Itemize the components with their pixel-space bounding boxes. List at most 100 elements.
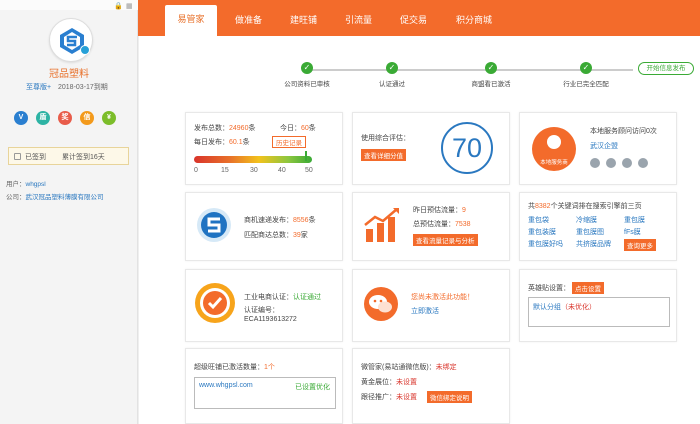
hero-post-settings-button[interactable]: 点击设置: [572, 282, 604, 294]
evaluation-details-label: 查看详细分值: [361, 149, 406, 161]
company-value[interactable]: 武汉冠品塑料薄膜有限公司: [26, 194, 104, 201]
start-publish-button[interactable]: 开始信息发布: [638, 62, 694, 75]
checkbox-icon: [14, 153, 21, 160]
keyword-link[interactable]: 重包膜图: [576, 227, 604, 237]
publish-stats-card: 发布总数：24960条 今日：60条 每日发布：60.1条 历史记录 0 15 …: [185, 112, 343, 185]
company-logo: [49, 18, 93, 62]
push-count-label: 商机速递发布：: [244, 217, 293, 224]
wechat-manager-card: 微管家(易站通微信版)：未绑定 黄金展位：未设置 跟径推广：未设置 微信绑定说明: [352, 348, 510, 424]
activate-now-link[interactable]: 立即激活: [411, 306, 439, 316]
hero-post-row-status: （未优化）: [561, 304, 596, 311]
wechat-card: 您尚未激活此功能！ 立即激活: [352, 269, 510, 342]
swirl-logo-icon: [197, 208, 231, 242]
traffic-total-label: 总预估流量：: [413, 221, 455, 228]
keyword-link[interactable]: 冷缩膜: [576, 215, 597, 225]
promotion-value: 未设置: [396, 394, 417, 401]
user-info: 用户：whgpsl: [6, 178, 46, 188]
bar-chart-icon: [364, 208, 399, 242]
tab-traffic[interactable]: 引流量: [345, 13, 372, 26]
super-shop-url[interactable]: www.whgpsl.com: [199, 382, 253, 389]
publish-today-label: 今日：: [280, 125, 301, 132]
evaluation-details-button[interactable]: 查看详细分值: [361, 149, 406, 161]
publish-total-unit: 条: [248, 125, 256, 132]
service-avatar-label: 本地服务商: [540, 160, 568, 166]
clock-icon[interactable]: [638, 158, 648, 168]
tab-yiguanjia[interactable]: 易管家: [165, 5, 217, 36]
trust-badge-icon[interactable]: 信: [80, 111, 94, 125]
publish-daily-label: 每日发布：: [194, 139, 229, 146]
publish-total-label: 发布总数：: [194, 125, 229, 132]
keyword-link[interactable]: 重包袋: [528, 215, 549, 225]
gauge-tick: 40: [278, 167, 286, 174]
user-label: 用户：: [6, 181, 26, 188]
service-avatar[interactable]: 本地服务商: [532, 127, 576, 171]
super-shop-card: 超级旺铺已激活数量：1个 www.whgpsl.com 已设置优化: [185, 348, 343, 424]
traffic-yesterday-value: 9: [462, 207, 466, 214]
logo-badge-icon: [80, 45, 90, 55]
qq-icon[interactable]: [606, 158, 616, 168]
keyword-link[interactable]: fFs膜: [624, 227, 641, 237]
hero-post-row[interactable]: 默认分组（未优化）: [533, 302, 596, 312]
gauge-bar: [194, 156, 312, 163]
tab-build-shop[interactable]: 建旺铺: [290, 13, 317, 26]
sidebar-top-bar: 🔒 ▦: [0, 0, 138, 10]
company-name[interactable]: 冠品塑料: [0, 65, 138, 80]
publish-total: 发布总数：24960条: [194, 123, 255, 133]
publish-today-unit: 条: [308, 125, 316, 132]
vip-label[interactable]: 至尊版+: [26, 82, 51, 92]
publish-total-value: 24960: [229, 125, 249, 132]
tab-points-mall[interactable]: 积分商城: [456, 13, 492, 26]
gauge-tick: 50: [305, 167, 313, 174]
business-push-card: 商机速递发布：8556条 匹配商达总数：39家: [185, 192, 343, 261]
yen-badge-icon[interactable]: ¥: [102, 111, 116, 125]
award-badge-icon[interactable]: 奖: [58, 111, 72, 125]
match-count: 匹配商达总数：39家: [244, 230, 308, 240]
publish-today-value: 60: [301, 125, 309, 132]
check-icon: ✓: [301, 62, 313, 74]
keyword-link[interactable]: 共挤膜品牌: [576, 239, 611, 249]
signed-label: 已签到: [25, 154, 46, 161]
check-icon: ✓: [485, 62, 497, 74]
traffic-analysis-button[interactable]: 查看流量记录与分析: [413, 234, 478, 246]
gauge-tick: 15: [221, 167, 229, 174]
gold-booth-line: 黄金展位：未设置: [361, 377, 417, 387]
user-value[interactable]: whgpsl: [26, 181, 46, 188]
badge-row: V 盾 奖 信 ¥: [14, 111, 124, 125]
service-city[interactable]: 武汉企盟: [590, 141, 618, 151]
super-shop-label: 超级旺铺已激活数量：: [194, 364, 264, 371]
phone-icon[interactable]: [590, 158, 600, 168]
v-badge-icon[interactable]: V: [14, 111, 28, 125]
hero-post-list[interactable]: 默认分组（未优化）: [528, 297, 670, 327]
step-label: 公司资料已审核: [284, 81, 330, 88]
home-icon[interactable]: [622, 158, 632, 168]
step-1: ✓ 公司资料已审核: [267, 62, 347, 88]
traffic-total: 总预估流量：7538: [413, 219, 471, 229]
gauge-tick: 0: [194, 167, 198, 174]
hero-post-settings-label: 点击设置: [572, 282, 604, 294]
keyword-link[interactable]: 重包膜: [624, 215, 645, 225]
certification-seal-icon: [195, 283, 235, 323]
local-service-card: 本地服务商 本地服务顾问访问0次 武汉企盟: [519, 112, 677, 185]
step-2: ✓ 认证通过: [352, 62, 432, 88]
shield-badge-icon[interactable]: 盾: [36, 111, 50, 125]
keyword-link[interactable]: 重包膜好吗: [528, 239, 563, 249]
publish-today: 今日：60条: [280, 123, 316, 133]
lock-icon[interactable]: 🔒: [114, 2, 123, 10]
wechat-not-activated: 您尚未激活此功能！: [411, 294, 474, 301]
score-value: 70: [451, 133, 483, 163]
keyword-link[interactable]: 重包装膜: [528, 227, 556, 237]
super-shop-list[interactable]: www.whgpsl.com 已设置优化: [194, 377, 336, 409]
hero-post-card: 英雄贴设置： 点击设置 默认分组（未优化）: [519, 269, 677, 342]
cert-number-value: ECA1193613272: [244, 316, 297, 323]
grid-icon[interactable]: ▦: [126, 2, 133, 10]
keyword-card: 共8382个关键词排在搜索引擎前三页 重包袋 冷缩膜 重包膜 重包装膜 重包膜图…: [519, 192, 677, 261]
tab-preparation[interactable]: 做准备: [235, 13, 262, 26]
query-more-button[interactable]: 查询更多: [624, 239, 656, 251]
wechat-bind-help-button[interactable]: 微信绑定说明: [427, 391, 472, 403]
wechat-bind-help-label: 微信绑定说明: [427, 391, 472, 403]
tab-trade[interactable]: 促交易: [400, 13, 427, 26]
hero-post-row-label: 默认分组: [533, 304, 561, 311]
gold-booth-value: 未设置: [396, 379, 417, 386]
history-button[interactable]: 历史记录: [272, 136, 306, 148]
sign-in-box[interactable]: 已签到 累计签到16天: [8, 147, 129, 165]
